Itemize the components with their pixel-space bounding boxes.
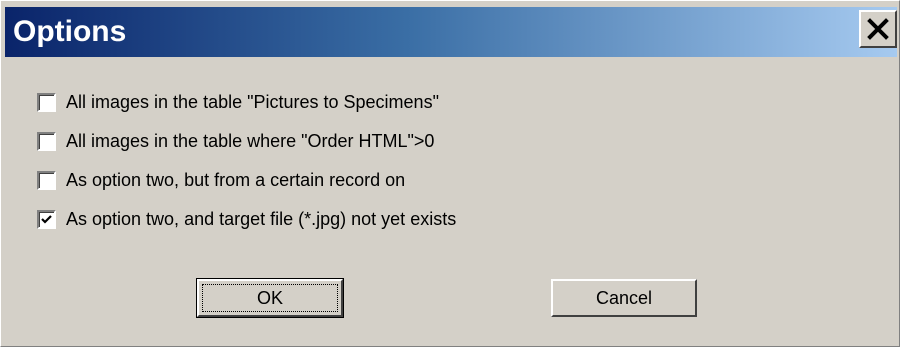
checkmark-icon: [41, 214, 52, 224]
close-button[interactable]: [859, 10, 897, 48]
option-from-certain-record[interactable]: As option two, but from a certain record…: [37, 169, 456, 191]
ok-button-label: OK: [256, 287, 283, 308]
title-bar[interactable]: Options: [5, 7, 897, 57]
options-list: All images in the table "Pictures to Spe…: [37, 91, 456, 247]
option-all-images-pictures-to-specimens[interactable]: All images in the table "Pictures to Spe…: [37, 91, 456, 113]
option-label: As option two, and target file (*.jpg) n…: [66, 208, 457, 229]
options-dialog: Options All images in the table "Picture…: [0, 0, 900, 347]
dialog-title: Options: [13, 15, 127, 48]
option-checkbox[interactable]: [37, 92, 56, 112]
close-icon: [867, 18, 889, 40]
option-target-file-not-exists[interactable]: As option two, and target file (*.jpg) n…: [37, 208, 456, 230]
cancel-button-label: Cancel: [595, 287, 653, 308]
option-label: All images in the table "Pictures to Spe…: [66, 91, 439, 112]
ok-button[interactable]: OK: [196, 278, 344, 318]
option-label: All images in the table where "Order HTM…: [66, 130, 435, 151]
option-label: As option two, but from a certain record…: [66, 169, 406, 190]
cancel-button[interactable]: Cancel: [551, 279, 697, 317]
option-checkbox[interactable]: [37, 170, 56, 190]
option-checkbox[interactable]: [37, 209, 56, 229]
option-all-images-order-html[interactable]: All images in the table where "Order HTM…: [37, 130, 456, 152]
option-checkbox[interactable]: [37, 131, 56, 151]
